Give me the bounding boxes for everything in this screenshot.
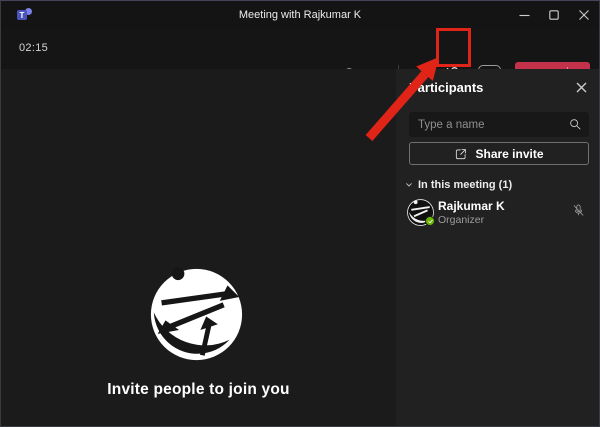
maximize-icon[interactable] [539,1,569,29]
title-bar: T Meeting with Rajkumar K [1,1,599,29]
meeting-timer: 02:15 [19,42,49,54]
participant-row[interactable]: Rajkumar K Organizer [396,195,599,233]
invite-message: Invite people to join you [107,381,290,398]
minimize-icon[interactable] [509,1,539,29]
share-invite-label: Share invite [475,146,544,161]
share-invite-button[interactable]: Share invite [409,142,589,165]
search-box [409,112,589,137]
in-meeting-section-header[interactable]: In this meeting (1) [405,179,512,191]
search-icon [568,117,582,136]
search-input[interactable] [409,112,589,137]
presence-available-icon [425,216,435,226]
section-header-label: In this meeting (1) [418,179,513,191]
share-invite-icon [456,148,467,159]
participant-name: Rajkumar K [438,199,505,213]
participants-panel: Participants Share invite [396,69,599,426]
close-icon[interactable] [569,1,599,29]
participant-role: Organizer [438,214,485,226]
meeting-stage: Invite people to join you [1,69,396,426]
window-controls [509,1,599,29]
participant-muted-icon [571,203,586,223]
teams-meeting-window: T Meeting with Rajkumar K 02:15 Invite p… [0,0,600,427]
annotation-highlight-box [436,28,471,67]
panel-close-icon[interactable] [571,77,591,97]
section-chevron-icon [406,183,412,187]
meeting-logo [150,267,243,361]
panel-title: Participants [409,80,484,95]
meeting-toolbar: 02:15 [1,29,599,91]
